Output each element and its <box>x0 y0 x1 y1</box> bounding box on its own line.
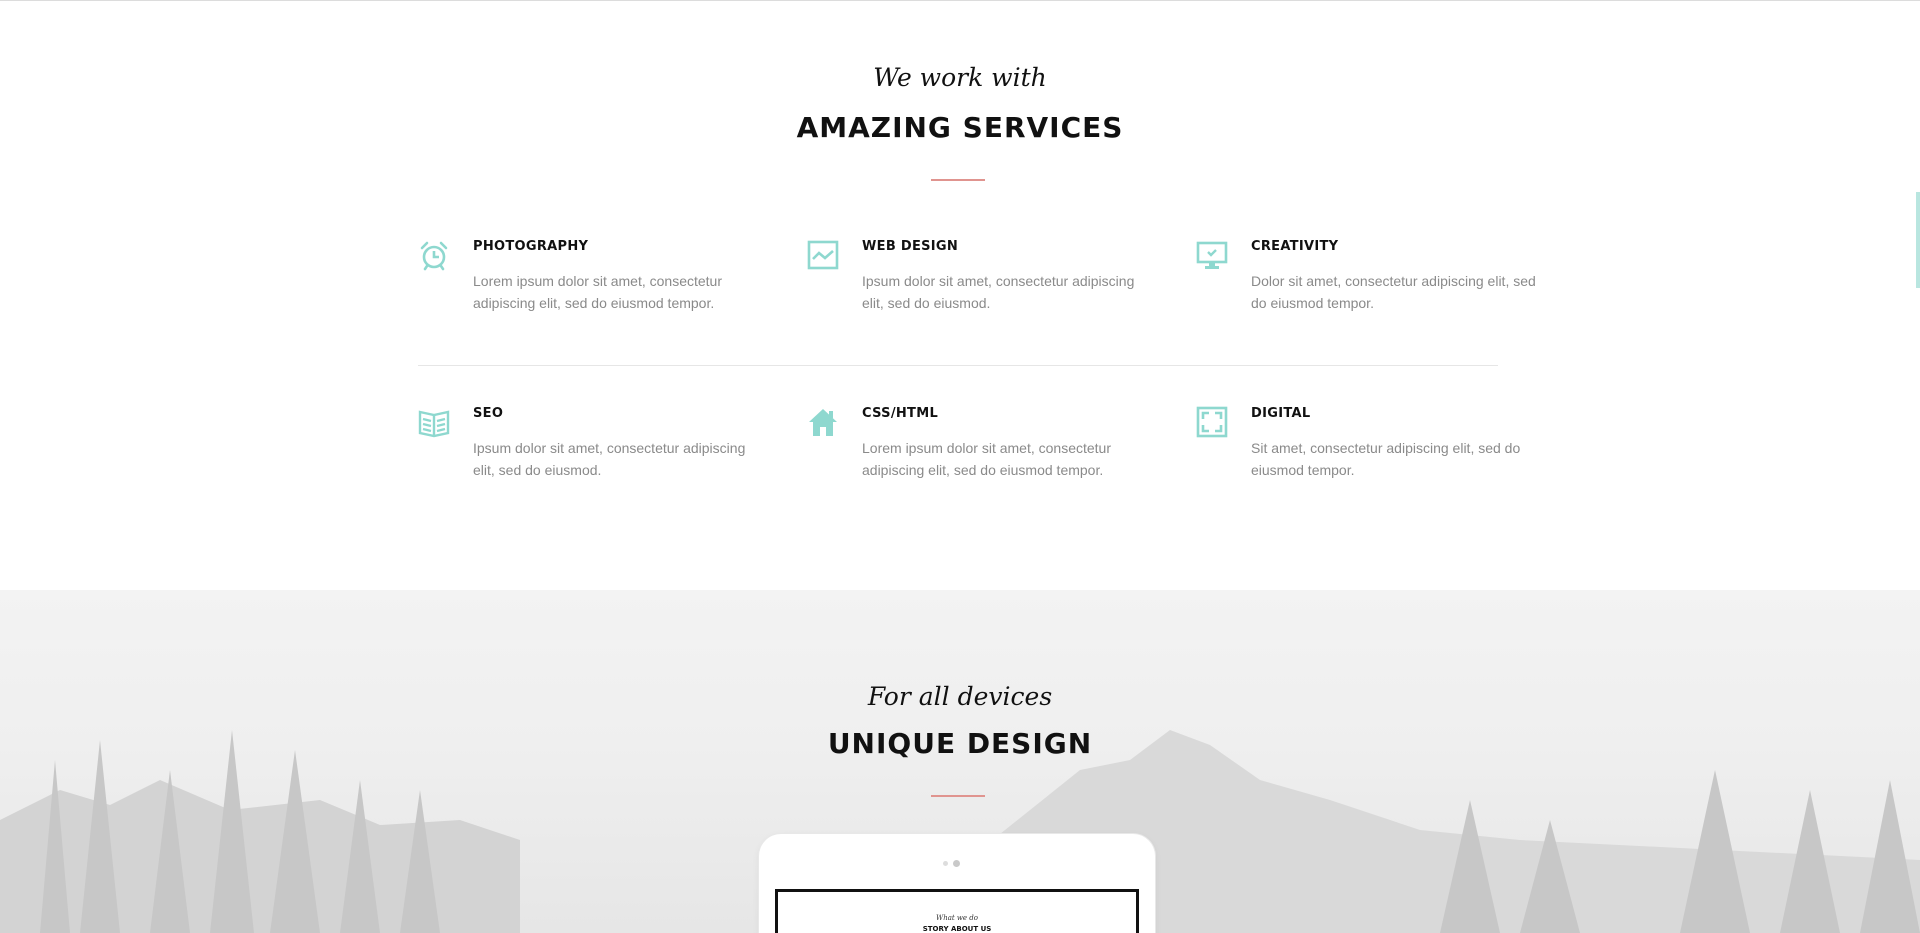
services-accent-divider <box>931 179 985 181</box>
service-title: PHOTOGRAPHY <box>473 239 589 254</box>
tablet-screen-heading: STORY ABOUT US <box>922 925 992 933</box>
tablet-screen: What we do STORY ABOUT US <box>775 889 1139 933</box>
service-description: Dolor sit amet, consectetur adipiscing e… <box>1251 273 1536 311</box>
service-description: Lorem ipsum dolor sit amet, consectetur … <box>862 440 1111 478</box>
tablet-mockup: What we do STORY ABOUT US <box>759 834 1155 933</box>
monitor-icon <box>1196 239 1228 271</box>
service-title: CSS/HTML <box>862 406 939 421</box>
service-description: Ipsum dolor sit amet, consectetur adipis… <box>473 440 746 478</box>
service-description: Sit amet, consectetur adipiscing elit, s… <box>1251 440 1521 478</box>
tablet-sensor <box>943 861 948 866</box>
service-web-design: WEB DESIGN Ipsum dolor sit amet, consect… <box>807 239 1147 339</box>
services-row-divider <box>418 365 1498 366</box>
tablet-screen-script-title: What we do <box>936 914 978 922</box>
service-creativity: CREATIVITY Dolor sit amet, consectetur a… <box>1196 239 1536 339</box>
services-heading: AMAZING SERVICES <box>796 111 1124 144</box>
scrollbar-thumb[interactable] <box>1916 192 1920 288</box>
services-section: We work with AMAZING SERVICES PHOTOGRAPH… <box>0 1 1920 590</box>
tablet-camera <box>953 860 960 867</box>
chart-icon <box>807 239 839 271</box>
service-description: Ipsum dolor sit amet, consectetur adipis… <box>862 273 1135 311</box>
service-description: Lorem ipsum dolor sit amet, consectetur … <box>473 273 722 311</box>
service-title: CREATIVITY <box>1251 239 1339 254</box>
services-script-title: We work with <box>873 63 1047 92</box>
alarm-clock-icon <box>418 239 450 271</box>
service-title: DIGITAL <box>1251 406 1311 421</box>
service-photography: PHOTOGRAPHY Lorem ipsum dolor sit amet, … <box>418 239 758 339</box>
design-heading: UNIQUE DESIGN <box>827 727 1093 760</box>
design-section: For all devices UNIQUE DESIGN What we do… <box>0 590 1920 933</box>
service-title: WEB DESIGN <box>862 239 959 254</box>
service-title: SEO <box>473 406 504 421</box>
design-accent-divider <box>931 795 985 797</box>
book-icon <box>418 406 450 438</box>
frame-icon <box>1196 406 1228 438</box>
service-digital: DIGITAL Sit amet, consectetur adipiscing… <box>1196 406 1536 506</box>
house-icon <box>807 406 839 438</box>
design-script-title: For all devices <box>867 682 1053 711</box>
service-seo: SEO Ipsum dolor sit amet, consectetur ad… <box>418 406 758 506</box>
service-css-html: CSS/HTML Lorem ipsum dolor sit amet, con… <box>807 406 1147 506</box>
